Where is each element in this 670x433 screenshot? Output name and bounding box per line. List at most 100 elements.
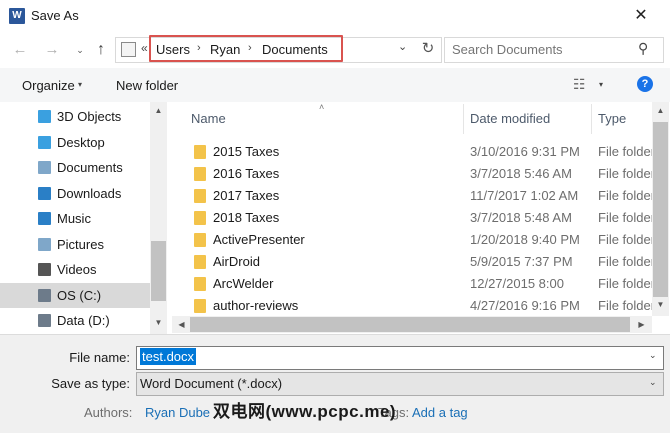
view-options-icon[interactable]: ☷ xyxy=(573,76,586,93)
address-dropdown-chevron-icon[interactable]: ⌄ xyxy=(398,40,407,53)
sidebar-item-3d-objects[interactable]: 3D Objects xyxy=(0,104,150,129)
sidebar-item-label: Pictures xyxy=(57,237,104,252)
file-name-cell: 2015 Taxes xyxy=(213,144,280,159)
folder-icon xyxy=(194,233,206,247)
add-tag-link[interactable]: Add a tag xyxy=(412,405,468,420)
sidebar-item-pictures[interactable]: Pictures xyxy=(0,232,150,257)
file-name-value[interactable]: test.docx xyxy=(140,348,197,365)
table-row[interactable]: AirDroid 5/9/2015 7:37 PM File folder xyxy=(190,251,660,273)
date-modified-cell: 11/7/2017 1:02 AM xyxy=(470,188,579,203)
help-icon[interactable]: ? xyxy=(637,76,653,92)
breadcrumb-overflow-icon[interactable]: « xyxy=(141,41,148,55)
column-divider[interactable] xyxy=(591,104,592,134)
sidebar-item-documents[interactable]: Documents xyxy=(0,155,150,180)
date-modified-cell: 5/9/2015 7:37 PM xyxy=(470,254,573,269)
sidebar-item-label: Documents xyxy=(57,160,123,175)
sidebar-item-os-c[interactable]: OS (C:) xyxy=(0,283,150,308)
watermark: 双电网(www.pcpc.me) xyxy=(213,402,397,421)
folder-icon xyxy=(194,277,206,291)
date-modified-cell: 3/10/2016 9:31 PM xyxy=(470,144,580,159)
forward-arrow-icon[interactable]: → xyxy=(42,40,62,60)
column-header-name[interactable]: Name xyxy=(191,111,226,126)
date-modified-cell: 3/7/2018 5:48 AM xyxy=(470,210,572,225)
sidebar-item-label: Desktop xyxy=(57,135,105,150)
recent-locations-chevron-icon[interactable]: ⌄ xyxy=(70,40,90,60)
sidebar-item-label: Videos xyxy=(57,262,97,277)
file-name-cell: author-reviews xyxy=(213,298,299,313)
sidebar-item-downloads[interactable]: Downloads xyxy=(0,181,150,206)
date-modified-cell: 4/27/2016 9:16 PM xyxy=(470,298,580,313)
sort-ascending-icon: ˄ xyxy=(319,102,325,112)
file-list-horizontal-scroll-thumb[interactable] xyxy=(190,317,630,332)
scroll-left-arrow-icon[interactable]: ◀ xyxy=(174,320,189,329)
sidebar-item-desktop[interactable]: Desktop xyxy=(0,130,150,155)
videos-icon xyxy=(38,263,51,276)
sidebar-item-label: Data (D:) xyxy=(57,313,110,328)
table-row[interactable]: 2015 Taxes 3/10/2016 9:31 PM File folder xyxy=(190,141,660,163)
back-arrow-icon[interactable]: ← xyxy=(10,40,30,60)
drive-icon xyxy=(38,289,51,302)
folder-icon xyxy=(194,299,206,313)
file-name-cell: 2018 Taxes xyxy=(213,210,280,225)
table-row[interactable]: ArcWelder 12/27/2015 8:00 File folder xyxy=(190,273,660,295)
sidebar-item-label: Downloads xyxy=(57,186,122,201)
scroll-down-arrow-icon[interactable]: ▼ xyxy=(151,318,166,327)
window-title: Save As xyxy=(31,8,79,23)
sidebar-item-label: 3D Objects xyxy=(57,109,122,124)
file-name-cell: 2017 Taxes xyxy=(213,188,280,203)
view-caret-icon[interactable]: ▾ xyxy=(599,80,603,89)
save-as-type-label: Save as type: xyxy=(51,376,130,391)
type-cell: File folder xyxy=(598,144,656,159)
up-arrow-icon[interactable]: ↑ xyxy=(91,40,111,60)
sidebar-item-videos[interactable]: Videos xyxy=(0,257,150,282)
column-header-type[interactable]: Type xyxy=(598,111,626,126)
table-row[interactable]: ActivePresenter 1/20/2018 9:40 PM File fol… xyxy=(190,229,660,251)
search-input[interactable] xyxy=(452,42,632,57)
folder-icon xyxy=(194,145,206,159)
navigation-pane-scroll-thumb[interactable] xyxy=(151,241,166,301)
scroll-right-arrow-icon[interactable]: ▶ xyxy=(634,320,649,329)
downloads-icon xyxy=(38,187,51,200)
type-cell: File folder xyxy=(598,188,656,203)
command-toolbar xyxy=(0,68,670,102)
table-row[interactable]: 2017 Taxes 11/7/2017 1:02 AM File folder xyxy=(190,185,660,207)
file-name-cell: 2016 Taxes xyxy=(213,166,280,181)
new-folder-button[interactable]: New folder xyxy=(116,78,178,93)
table-row[interactable]: author-reviews 4/27/2016 9:16 PM File fold… xyxy=(190,295,660,317)
type-cell: File folder xyxy=(598,276,656,291)
authors-label: Authors: xyxy=(84,405,133,420)
save-as-type-value[interactable]: Word Document (*.docx) xyxy=(140,376,282,391)
authors-value[interactable]: Ryan Dube xyxy=(145,405,210,420)
save-as-type-chevron-icon[interactable]: ⌄ xyxy=(649,377,657,388)
sidebar-item-music[interactable]: Music xyxy=(0,206,150,231)
column-header-date-modified[interactable]: Date modified xyxy=(470,111,550,126)
file-list-vertical-scroll-thumb[interactable] xyxy=(653,122,668,297)
date-modified-cell: 3/7/2018 5:46 AM xyxy=(470,166,572,181)
search-icon[interactable]: ⚲ xyxy=(638,40,648,57)
column-divider[interactable] xyxy=(463,104,464,134)
file-name-field[interactable] xyxy=(136,346,664,370)
desktop-icon xyxy=(38,136,51,149)
title-bar xyxy=(0,0,670,32)
scroll-up-arrow-icon[interactable]: ▲ xyxy=(151,106,166,115)
sidebar-item-label: OS (C:) xyxy=(57,288,102,303)
organize-caret-icon[interactable]: ▾ xyxy=(78,80,82,89)
type-cell: File folder xyxy=(598,210,656,225)
sidebar-item-data-d[interactable]: Data (D:) xyxy=(0,308,150,333)
table-row[interactable]: 2016 Taxes 3/7/2018 5:46 AM File folder xyxy=(190,163,660,185)
scroll-down-arrow-icon[interactable]: ▼ xyxy=(653,300,668,309)
file-name-cell: ActivePresenter xyxy=(213,232,305,247)
sidebar-item-label: Music xyxy=(57,211,91,226)
file-name-cell: AirDroid xyxy=(213,254,260,269)
breadcrumb-highlight-box xyxy=(149,35,343,62)
organize-button[interactable]: Organize xyxy=(22,78,75,93)
table-row[interactable]: 2018 Taxes 3/7/2018 5:48 AM File folder xyxy=(190,207,660,229)
documents-folder-icon xyxy=(121,42,136,57)
date-modified-cell: 12/27/2015 8:00 xyxy=(470,276,564,291)
refresh-icon[interactable]: ↻ xyxy=(417,37,439,61)
close-button[interactable]: ✕ xyxy=(612,0,670,32)
scroll-up-arrow-icon[interactable]: ▲ xyxy=(653,106,668,115)
type-cell: File folder xyxy=(598,298,656,313)
pictures-icon xyxy=(38,238,51,251)
file-name-dropdown-chevron-icon[interactable]: ⌄ xyxy=(649,350,657,361)
